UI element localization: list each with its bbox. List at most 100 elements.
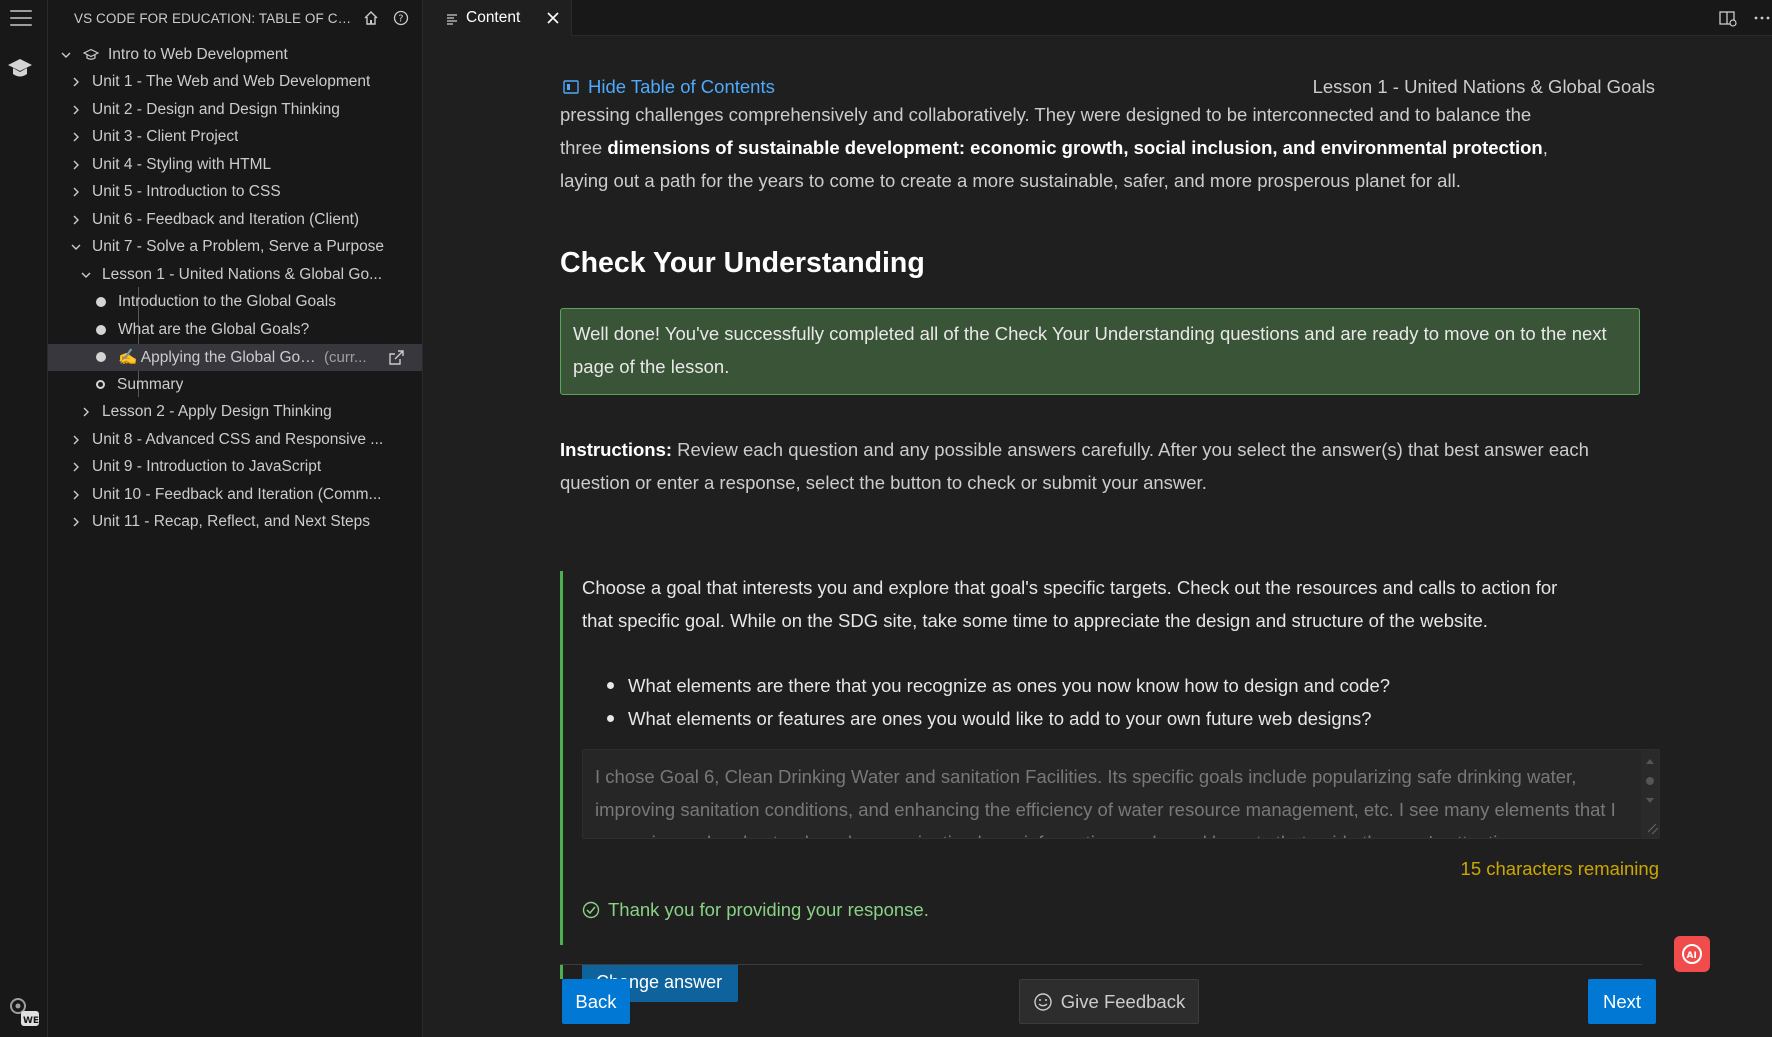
incomplete-dot-icon	[96, 380, 105, 390]
tree-item-unit-5[interactable]: Unit 5 - Introduction to CSS	[48, 179, 422, 207]
chevron-down-icon	[68, 239, 84, 255]
tree-item-label: ✍️ Applying the Global Goals	[118, 348, 318, 366]
tab-label: Content	[466, 9, 521, 26]
instructions-text: Review each question and any possible an…	[560, 439, 1589, 493]
chevron-right-icon	[68, 514, 84, 530]
success-banner: Well done! You've successfully completed…	[560, 308, 1640, 395]
chevron-right-icon	[68, 157, 84, 173]
next-button[interactable]: Next	[1588, 979, 1656, 1024]
chevron-right-icon	[68, 184, 84, 200]
mortarboard-icon	[82, 47, 100, 63]
question-text: Choose a goal that interests you and exp…	[582, 577, 1558, 631]
tree-item-lesson-2[interactable]: Lesson 2 - Apply Design Thinking	[48, 399, 422, 427]
chevron-right-icon	[68, 459, 84, 475]
tree-item-label: Unit 2 - Design and Design Thinking	[92, 100, 340, 118]
tree-item-page-applying[interactable]: ✍️ Applying the Global Goals (curr...	[48, 343, 422, 371]
back-button[interactable]: Back	[562, 979, 630, 1024]
open-external-icon[interactable]	[386, 348, 406, 368]
chevron-right-icon	[68, 129, 84, 145]
graduation-cap-icon[interactable]	[4, 52, 36, 88]
thanks-label: Thank you for providing your response.	[608, 899, 929, 920]
completed-dot-icon	[96, 352, 106, 363]
toc-tree: Intro to Web Development Unit 1 - The We…	[48, 41, 422, 536]
home-icon[interactable]	[360, 7, 382, 29]
footer-mask	[560, 945, 1642, 964]
section-heading: Check Your Understanding	[560, 247, 925, 279]
hide-toc-link[interactable]: Hide Table of Contents	[562, 76, 775, 98]
textarea-scrollbar[interactable]	[1641, 750, 1659, 838]
list-icon	[446, 12, 458, 25]
sidebar: VS CODE FOR EDUCATION: TABLE OF CON... ?…	[48, 0, 423, 1037]
editor-actions	[1718, 8, 1772, 28]
tree-item-label: Lesson 1 - United Nations & Global Go...	[102, 265, 383, 283]
active-indicator	[0, 52, 2, 88]
answer-text: I chose Goal 6, Clean Drinking Water and…	[595, 766, 1616, 838]
close-icon[interactable]	[545, 10, 561, 26]
intro-paragraph: pressing challenges comprehensively and …	[560, 98, 1570, 197]
intro-bold-text: dimensions of sustainable development: e…	[607, 137, 1543, 158]
more-actions-icon[interactable]	[1752, 8, 1772, 28]
completed-dot-icon	[96, 324, 106, 335]
tree-item-unit-10[interactable]: Unit 10 - Feedback and Iteration (Comm..…	[48, 481, 422, 509]
sidebar-toggle-icon	[562, 78, 580, 96]
tree-item-course[interactable]: Intro to Web Development	[48, 41, 422, 69]
tree-item-label: Unit 5 - Introduction to CSS	[92, 183, 281, 201]
tree-item-unit-11[interactable]: Unit 11 - Recap, Reflect, and Next Steps	[48, 509, 422, 537]
svg-text:?: ?	[398, 14, 403, 25]
tree-item-label: Unit 11 - Recap, Reflect, and Next Steps	[92, 513, 370, 531]
smiley-icon	[1033, 992, 1053, 1012]
check-circle-icon	[582, 901, 600, 919]
tree-item-label: Lesson 2 - Apply Design Thinking	[102, 403, 332, 421]
tree-item-unit-2[interactable]: Unit 2 - Design and Design Thinking	[48, 96, 422, 124]
editor-tab-bar: Content	[424, 0, 1772, 36]
sidebar-header: VS CODE FOR EDUCATION: TABLE OF CON... ?	[48, 0, 422, 36]
answer-textarea[interactable]: I chose Goal 6, Clean Drinking Water and…	[582, 749, 1660, 839]
tree-item-page-what[interactable]: What are the Global Goals?	[48, 316, 422, 344]
tree-item-label: Intro to Web Development	[108, 45, 288, 63]
help-icon[interactable]: ?	[390, 7, 412, 29]
preview-icon[interactable]	[1718, 8, 1738, 28]
tree-item-unit-9[interactable]: Unit 9 - Introduction to JavaScript	[48, 454, 422, 482]
tree-item-label: Summary	[117, 375, 184, 393]
tree-item-label: Unit 1 - The Web and Web Development	[92, 73, 371, 91]
hide-toc-label: Hide Table of Contents	[588, 76, 775, 97]
tree-item-unit-3[interactable]: Unit 3 - Client Project	[48, 124, 422, 152]
question-bullets: What elements are there that you recogni…	[607, 669, 1390, 735]
feedback-label: Give Feedback	[1060, 990, 1186, 1012]
tree-item-label: Unit 3 - Client Project	[92, 128, 239, 146]
sidebar-title: VS CODE FOR EDUCATION: TABLE OF CON...	[74, 10, 352, 26]
activity-bar: WE	[0, 0, 48, 1037]
settings-gear-icon[interactable]: WE	[4, 992, 40, 1028]
svg-text:WE: WE	[23, 1016, 39, 1026]
tree-item-unit-8[interactable]: Unit 8 - Advanced CSS and Responsive ...	[48, 426, 422, 454]
tab-content[interactable]: Content	[424, 0, 572, 36]
svg-text:AI: AI	[1687, 951, 1697, 961]
tree-item-label: What are the Global Goals?	[118, 320, 310, 338]
tree-item-label: Unit 6 - Feedback and Iteration (Client)	[92, 210, 360, 228]
menu-icon[interactable]	[10, 10, 32, 26]
tree-item-label: Unit 10 - Feedback and Iteration (Comm..…	[92, 485, 382, 503]
give-feedback-button[interactable]: Give Feedback	[1019, 979, 1199, 1024]
ai-assistant-icon[interactable]: AI	[1674, 936, 1710, 972]
chevron-right-icon	[68, 212, 84, 228]
instructions-label: Instructions:	[560, 439, 673, 460]
tree-item-unit-7[interactable]: Unit 7 - Solve a Problem, Serve a Purpos…	[48, 234, 422, 262]
chevron-right-icon	[68, 74, 84, 90]
chevron-right-icon	[68, 102, 84, 118]
tree-item-lesson-1[interactable]: Lesson 1 - United Nations & Global Go...	[48, 261, 422, 289]
tree-item-label: Unit 4 - Styling with HTML	[92, 155, 272, 173]
list-item: What elements or features are ones you w…	[607, 702, 1390, 735]
tree-item-unit-6[interactable]: Unit 6 - Feedback and Iteration (Client)	[48, 206, 422, 234]
lesson-title: Lesson 1 - United Nations & Global Goals	[1312, 76, 1655, 97]
tree-item-page-summary[interactable]: Summary	[48, 371, 422, 399]
tree-item-page-intro[interactable]: Introduction to the Global Goals	[48, 289, 422, 317]
tree-item-unit-1[interactable]: Unit 1 - The Web and Web Development	[48, 69, 422, 97]
chevron-right-icon	[68, 432, 84, 448]
footer-divider	[560, 964, 1642, 965]
tree-item-unit-4[interactable]: Unit 4 - Styling with HTML	[48, 151, 422, 179]
current-page-suffix: (curr...	[324, 348, 367, 366]
chevron-right-icon	[78, 404, 94, 420]
chevron-down-icon	[78, 267, 94, 283]
chevron-down-icon	[58, 47, 74, 63]
tree-item-label: Introduction to the Global Goals	[118, 293, 336, 311]
